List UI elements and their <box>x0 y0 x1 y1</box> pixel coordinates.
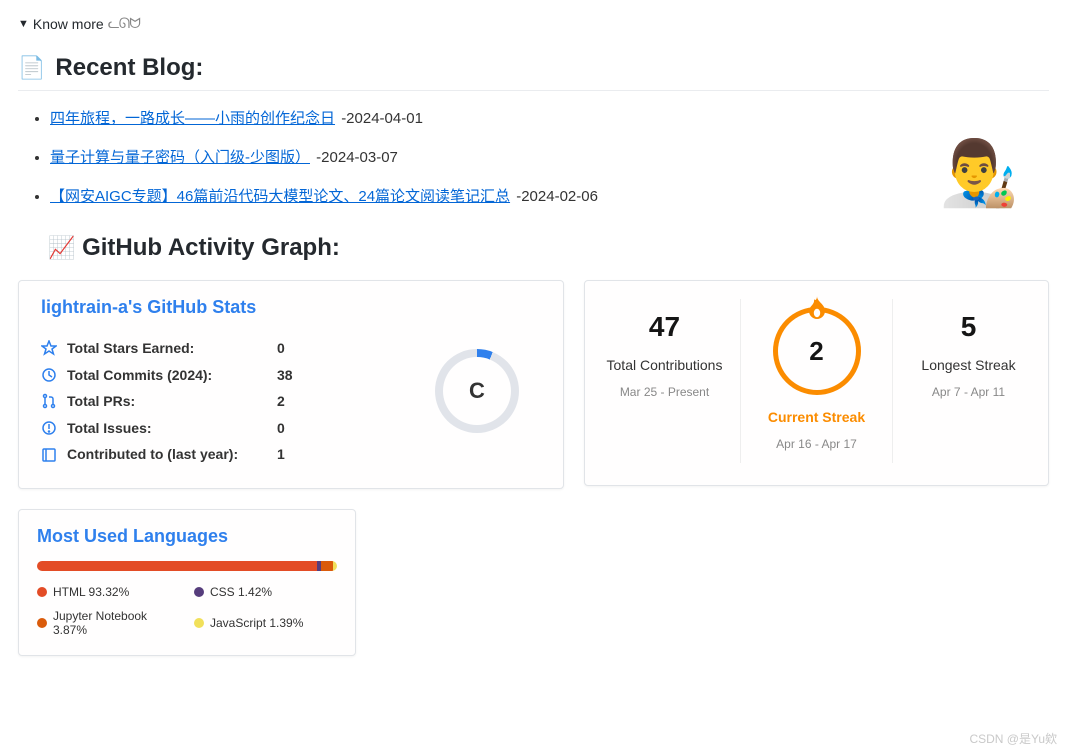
github-stats-card: lightrain-a's GitHub Stats Total Stars E… <box>18 280 564 489</box>
current-streak-label: Current Streak <box>745 409 888 425</box>
know-more-label: Know more <box>33 16 104 32</box>
blog-date: -2024-03-07 <box>316 149 398 166</box>
current-streak-num: 2 <box>809 336 823 367</box>
know-more-toggle[interactable]: ▼ Know more ᓚᘏᗢ <box>18 16 1049 32</box>
issues-icon <box>41 420 57 436</box>
blog-item: 量子计算与量子密码（入门级-少图版） -2024-03-07 <box>50 138 1049 177</box>
fire-ring-icon: 2 <box>773 307 861 395</box>
lang-item-css: CSS 1.42% <box>194 585 337 599</box>
stat-row-stars: Total Stars Earned: 0 <box>41 335 435 362</box>
streak-current: 2 Current Streak Apr 16 - Apr 17 <box>740 299 892 463</box>
activity-graph-title: GitHub Activity Graph: <box>82 234 340 261</box>
chart-icon: 📈 <box>48 235 75 260</box>
star-icon <box>41 340 57 356</box>
recent-blog-title: Recent Blog: <box>55 54 203 82</box>
recent-blog-heading: 📄 Recent Blog: <box>18 54 1049 91</box>
cat-ascii-icon: ᓚᘏᗢ <box>108 16 140 32</box>
artist-emoji-icon: 👨‍🎨 <box>939 136 1019 211</box>
blog-item: 【网安AIGC专题】46篇前沿代码大模型论文、24篇论文阅读笔记汇总 -2024… <box>50 177 1049 216</box>
lang-item-html: HTML 93.32% <box>37 585 180 599</box>
total-contrib-sub: Mar 25 - Present <box>593 385 736 399</box>
streak-card: 47 Total Contributions Mar 25 - Present … <box>584 280 1049 486</box>
history-icon <box>41 367 57 383</box>
languages-bar <box>37 561 337 571</box>
longest-streak-sub: Apr 7 - Apr 11 <box>897 385 1040 399</box>
streak-longest: 5 Longest Streak Apr 7 - Apr 11 <box>892 299 1044 463</box>
stat-row-prs: Total PRs: 2 <box>41 388 435 415</box>
longest-streak-num: 5 <box>897 311 1040 343</box>
longest-streak-label: Longest Streak <box>897 357 1040 373</box>
languages-card: Most Used Languages HTML 93.32% CSS 1.42… <box>18 509 356 656</box>
total-contrib-label: Total Contributions <box>593 357 736 373</box>
blog-link[interactable]: 四年旅程，一路成长——小雨的创作纪念日 <box>50 110 335 127</box>
lang-dot-icon <box>37 587 47 597</box>
streak-total: 47 Total Contributions Mar 25 - Present <box>589 299 740 463</box>
lang-dot-icon <box>194 618 204 628</box>
stats-card-title: lightrain-a's GitHub Stats <box>41 297 256 318</box>
lang-item-js: JavaScript 1.39% <box>194 609 337 637</box>
document-icon: 📄 <box>18 55 45 81</box>
blog-link[interactable]: 【网安AIGC专题】46篇前沿代码大模型论文、24篇论文阅读笔记汇总 <box>50 188 510 205</box>
total-contrib-num: 47 <box>593 311 736 343</box>
blog-item: 四年旅程，一路成长——小雨的创作纪念日 -2024-04-01 <box>50 99 1049 138</box>
lang-dot-icon <box>37 618 47 628</box>
triangle-down-icon: ▼ <box>18 18 29 30</box>
stat-row-contributed: Contributed to (last year): 1 <box>41 441 435 468</box>
activity-graph-heading: 📈 GitHub Activity Graph: <box>48 234 1049 262</box>
blog-date: -2024-04-01 <box>341 110 423 127</box>
blog-link[interactable]: 量子计算与量子密码（入门级-少图版） <box>50 149 310 166</box>
flame-icon <box>807 296 827 320</box>
current-streak-sub: Apr 16 - Apr 17 <box>745 437 888 451</box>
watermark: CSDN @是Yu欸 <box>969 730 1057 747</box>
stat-row-commits: Total Commits (2024): 38 <box>41 362 435 389</box>
languages-legend: HTML 93.32% CSS 1.42% Jupyter Notebook 3… <box>37 585 337 637</box>
stat-row-issues: Total Issues: 0 <box>41 415 435 442</box>
lang-dot-icon <box>194 587 204 597</box>
blog-list: 四年旅程，一路成长——小雨的创作纪念日 -2024-04-01 量子计算与量子密… <box>18 99 1049 216</box>
repo-icon <box>41 447 57 463</box>
grade-letter: C <box>443 357 511 425</box>
grade-ring: C <box>435 349 519 433</box>
pull-request-icon <box>41 393 57 409</box>
blog-date: -2024-02-06 <box>516 188 598 205</box>
lang-item-jupyter: Jupyter Notebook 3.87% <box>37 609 180 637</box>
languages-title: Most Used Languages <box>37 526 337 547</box>
